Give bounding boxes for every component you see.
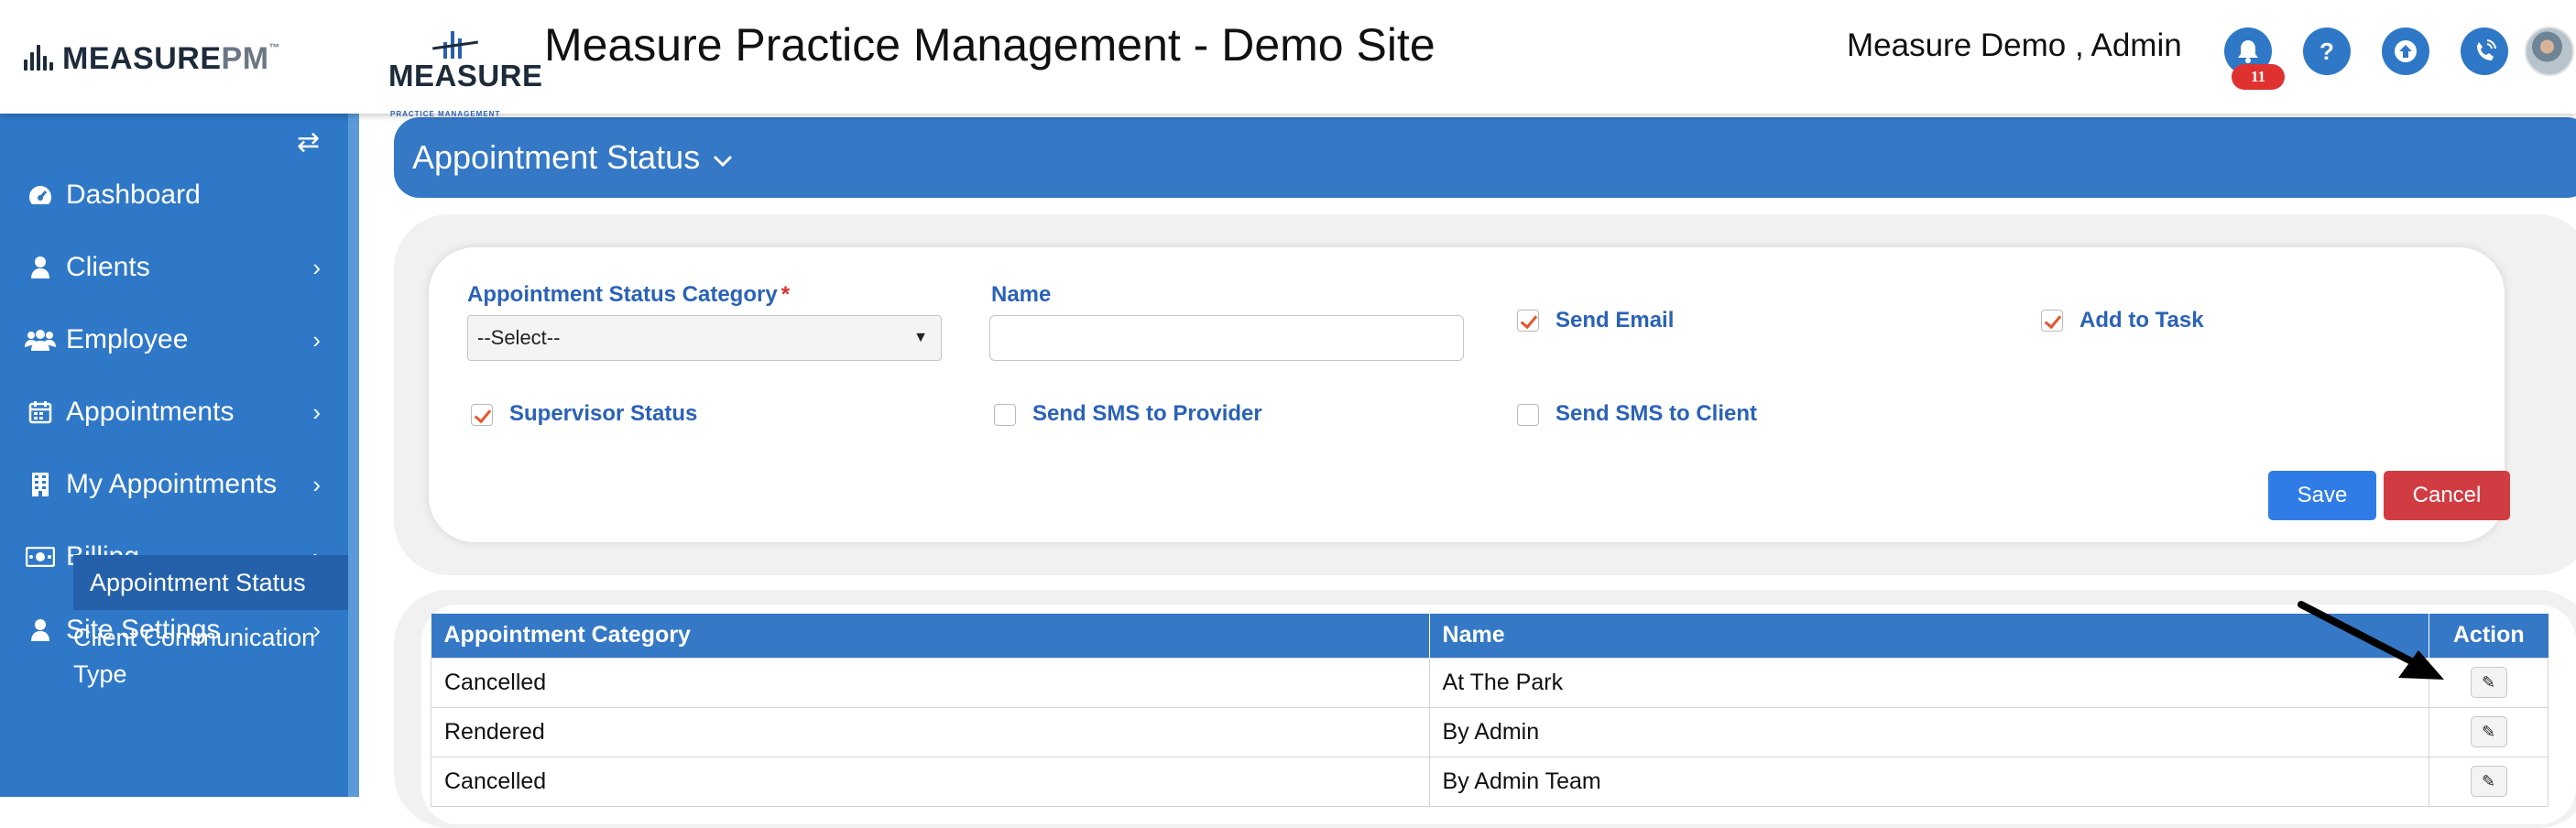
practice-logo: MEASURE PRACTICE MANAGEMENT: [387, 27, 542, 118]
cancel-button[interactable]: Cancel: [2384, 471, 2510, 520]
sidebar-edge: [348, 114, 359, 797]
supervisor-status-checkbox[interactable]: [471, 404, 493, 426]
edit-button[interactable]: ✎: [2470, 667, 2507, 698]
column-header[interactable]: Appointment Category: [431, 614, 1430, 658]
sidebar: ⇄ Dashboard Clients › Employee › Appoint…: [0, 114, 359, 797]
category-select[interactable]: --Select-- ▼: [467, 315, 942, 361]
user-icon: [22, 256, 59, 279]
brand-mark-icon: [22, 45, 57, 72]
table-header-row: Appointment Category Name Action: [431, 614, 2549, 658]
category-cell: Cancelled: [431, 756, 1430, 807]
chevron-right-icon: ›: [312, 325, 321, 354]
table-row: Cancelled By Admin Team ✎: [431, 756, 2549, 807]
sidebar-item-label: My Appointments: [66, 469, 278, 499]
site-title: Measure Practice Management - Demo Site: [544, 19, 1435, 71]
add-to-task-label: Add to Task: [2079, 308, 2204, 332]
send-sms-provider-checkbox[interactable]: [994, 404, 1016, 426]
appointment-status-table: Appointment Category Name Action Cancell…: [431, 614, 2549, 807]
sidebar-toggle-icon[interactable]: ⇄: [297, 126, 320, 158]
dropdown-arrow-icon: ▼: [913, 330, 928, 345]
sidebar-subitem-appointment-status[interactable]: Appointment Status: [73, 555, 348, 610]
edit-button[interactable]: ✎: [2470, 716, 2507, 747]
pencil-icon: ✎: [2481, 722, 2496, 741]
practice-logo-subtitle: PRACTICE MANAGEMENT: [390, 110, 501, 118]
name-cell: By Admin Team: [1428, 756, 2430, 807]
send-sms-provider-label: Send SMS to Provider: [1032, 401, 1262, 426]
column-header[interactable]: Name: [1429, 614, 2430, 658]
name-input[interactable]: [989, 315, 1464, 361]
category-cell: Rendered: [431, 706, 1430, 757]
sidebar-item-label: Dashboard: [66, 180, 201, 210]
user-icon: [22, 618, 59, 642]
name-cell: By Admin: [1428, 706, 2430, 757]
practice-logo-mark-icon: [432, 27, 478, 59]
pencil-icon: ✎: [2481, 672, 2496, 692]
money-icon: [22, 547, 59, 567]
user-name[interactable]: Measure Demo , Admin: [1847, 27, 2182, 64]
send-email-checkbox[interactable]: [1517, 310, 1539, 332]
sidebar-item-label: Appointments: [66, 397, 235, 427]
sidebar-item-clients[interactable]: Clients ›: [0, 235, 348, 300]
name-label: Name: [991, 282, 1052, 307]
chevron-right-icon: ›: [312, 398, 321, 426]
sidebar-item-label: Employee: [66, 324, 189, 354]
phone-icon[interactable]: [2461, 27, 2508, 75]
send-sms-client-checkbox[interactable]: [1517, 404, 1539, 426]
edit-button[interactable]: ✎: [2470, 766, 2507, 797]
top-header: MEASUREPM™ MEASURE PRACTICE MANAGEMENT M…: [0, 0, 2576, 118]
brand-logo[interactable]: MEASUREPM™: [22, 40, 280, 77]
avatar[interactable]: [2525, 27, 2574, 76]
category-cell: Cancelled: [431, 657, 1430, 708]
sidebar-item-label: Clients: [66, 252, 150, 282]
calendar-icon: [22, 400, 59, 424]
send-sms-client-label: Send SMS to Client: [1555, 401, 1758, 426]
users-icon: [22, 329, 59, 351]
upload-icon[interactable]: [2382, 27, 2429, 75]
save-button[interactable]: Save: [2268, 471, 2376, 520]
help-icon[interactable]: ?: [2303, 27, 2351, 75]
brand-name: MEASUREPM™: [62, 40, 281, 76]
notification-badge: 11: [2232, 64, 2285, 90]
dashboard-icon: [22, 183, 59, 207]
supervisor-status-label: Supervisor Status: [509, 401, 698, 426]
chevron-right-icon: ›: [312, 253, 321, 281]
sidebar-item-appointments[interactable]: Appointments ›: [0, 380, 348, 444]
chevron-down-icon: [713, 146, 733, 174]
category-label: Appointment Status Category *: [467, 282, 791, 307]
sidebar-item-employee[interactable]: Employee ›: [0, 308, 348, 372]
page-title-bar[interactable]: Appointment Status: [394, 117, 2576, 198]
table-row: Rendered By Admin ✎: [431, 706, 2549, 757]
sidebar-item-dashboard[interactable]: Dashboard: [0, 163, 348, 227]
send-email-label: Send Email: [1555, 308, 1675, 332]
annotation-arrow: [2298, 601, 2444, 680]
add-to-task-checkbox[interactable]: [2041, 310, 2063, 332]
practice-logo-word: MEASURE: [388, 59, 543, 93]
sidebar-subitem-client-communication-type[interactable]: Client Communication Type: [73, 619, 348, 692]
table-row: Cancelled At The Park ✎: [431, 657, 2549, 708]
pencil-icon: ✎: [2481, 771, 2496, 790]
sidebar-item-my-appointments[interactable]: My Appointments ›: [0, 452, 348, 517]
building-icon: [22, 472, 59, 497]
chevron-right-icon: ›: [312, 470, 321, 498]
page-title: Appointment Status: [412, 138, 701, 176]
name-cell: At The Park: [1428, 657, 2430, 708]
